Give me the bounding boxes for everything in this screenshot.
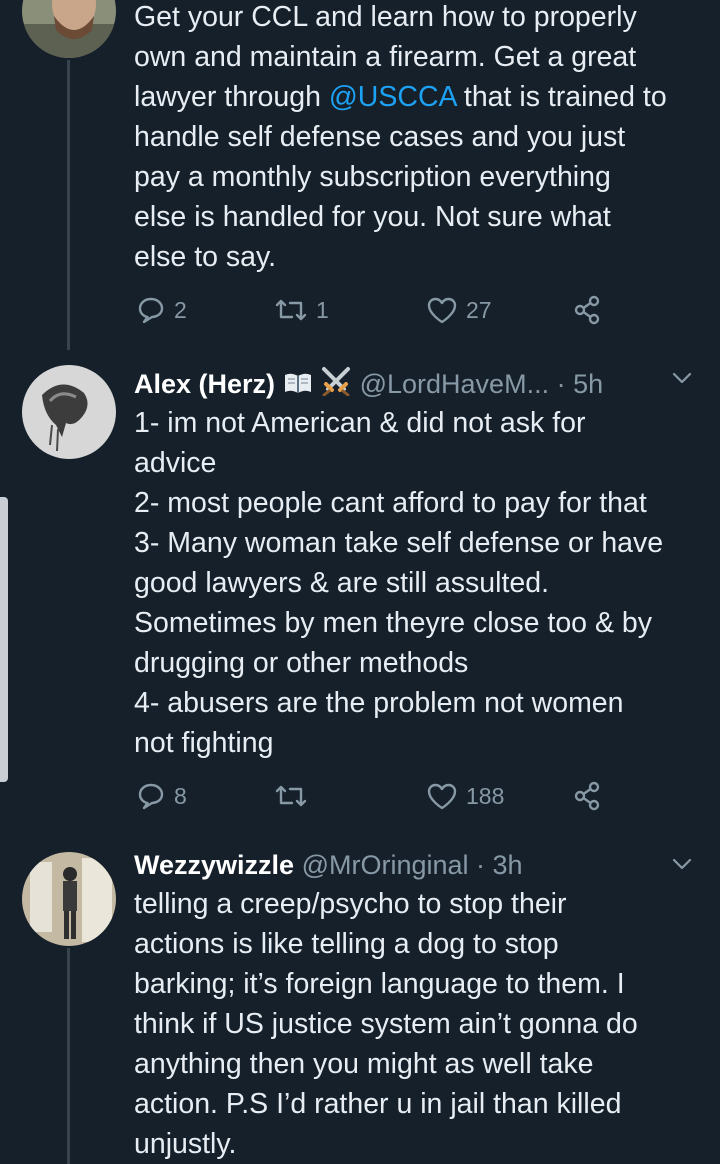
avatar[interactable] xyxy=(22,0,116,58)
retweet-icon xyxy=(275,299,307,321)
like-count: 27 xyxy=(466,296,492,323)
timestamp[interactable]: · 5h xyxy=(557,369,604,399)
tweet-text: Get your CCL and learn how to properly o… xyxy=(134,1,667,273)
reply-button[interactable]: 8 xyxy=(136,779,187,813)
retweet-icon xyxy=(275,785,307,807)
heart-icon xyxy=(427,297,457,324)
chevron-down-icon xyxy=(672,372,692,384)
tweet-text: telling a creep/psycho to stop their act… xyxy=(134,888,638,1160)
more-options-button[interactable] xyxy=(670,366,694,395)
reply-count: 2 xyxy=(174,296,187,323)
reply-icon xyxy=(138,297,164,324)
handle[interactable]: @MrOringinal xyxy=(302,850,469,880)
chevron-down-icon xyxy=(672,858,692,870)
more-options-button[interactable] xyxy=(670,852,694,881)
handle[interactable]: @LordHaveM... xyxy=(360,369,549,399)
avatar[interactable] xyxy=(22,365,116,459)
heart-icon xyxy=(427,783,457,810)
tweet-header: Alex (Herz) @LordHaveM... · 5h xyxy=(134,364,603,404)
display-name[interactable]: Wezzywizzle xyxy=(134,850,294,880)
display-name[interactable]: Alex (Herz) xyxy=(134,369,275,399)
thread-connector-line xyxy=(67,60,70,350)
share-button[interactable] xyxy=(572,779,602,813)
share-button[interactable] xyxy=(572,293,602,327)
book-emoji-icon xyxy=(284,373,311,393)
timestamp[interactable]: · 3h xyxy=(476,850,523,880)
tweet-actions: 2 1 27 xyxy=(134,293,614,327)
tweet-header: Wezzywizzle @MrOringinal · 3h xyxy=(134,845,523,885)
mention-link[interactable]: @USCCA xyxy=(329,81,456,113)
crossed-swords-emoji-icon xyxy=(322,367,351,396)
avatar[interactable] xyxy=(22,852,116,946)
like-button[interactable]: 188 xyxy=(426,779,504,813)
thread-connector-line xyxy=(67,948,70,1164)
reply-icon xyxy=(138,783,164,810)
share-icon xyxy=(574,295,600,325)
like-count: 188 xyxy=(466,782,505,809)
reply-count: 8 xyxy=(174,782,187,809)
scrollbar[interactable] xyxy=(0,497,8,782)
tweet-text: 1- im not American & did not ask for adv… xyxy=(134,407,664,759)
retweet-button[interactable] xyxy=(274,779,316,813)
tweet-actions: 8 188 xyxy=(134,779,614,813)
retweet-button[interactable]: 1 xyxy=(274,293,329,327)
share-icon xyxy=(574,781,600,811)
retweet-count: 1 xyxy=(316,296,329,323)
reply-button[interactable]: 2 xyxy=(136,293,187,327)
like-button[interactable]: 27 xyxy=(426,293,492,327)
